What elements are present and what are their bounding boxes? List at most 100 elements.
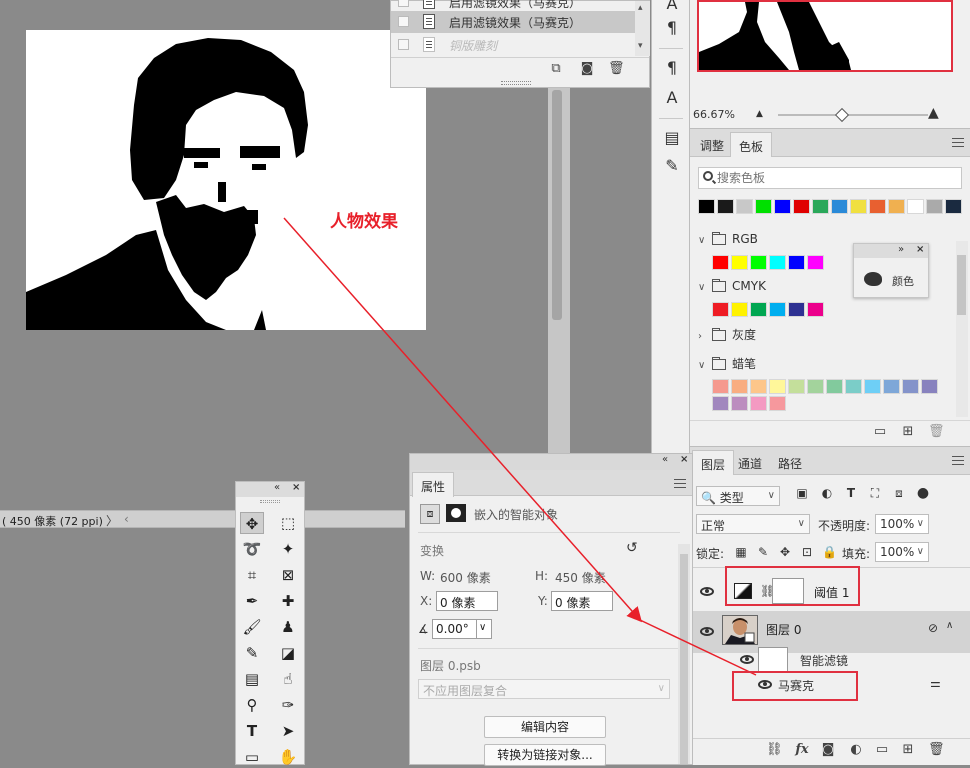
filter-smart-object-icon[interactable]: ⧈ <box>892 486 906 500</box>
tab-layers[interactable]: 图层 <box>692 450 735 475</box>
color-swatch[interactable] <box>731 302 748 317</box>
healing-brush-icon[interactable]: ✚ <box>276 590 300 612</box>
lock-artboard-icon[interactable]: ⊡ <box>800 545 814 559</box>
color-swatch[interactable] <box>788 255 805 270</box>
color-swatch[interactable] <box>869 199 886 214</box>
collapse-icon[interactable]: « <box>662 454 668 465</box>
layer-mask-thumbnail[interactable] <box>772 578 804 604</box>
brush-tool-icon[interactable]: 🖌 <box>240 616 264 638</box>
group-folder-icon[interactable]: ▭ <box>874 743 890 757</box>
swatch-group-rgb[interactable]: ∨ RGB <box>698 232 758 252</box>
color-swatch[interactable] <box>807 255 824 270</box>
color-swatch[interactable] <box>750 379 767 394</box>
scroll-up-icon[interactable]: ▴ <box>638 3 643 13</box>
tab-paths[interactable]: 路径 <box>770 450 810 475</box>
move-tool-icon[interactable]: ✥ <box>240 512 264 534</box>
new-document-from-state-icon[interactable]: ⧉ <box>548 62 564 76</box>
tab-adjustments[interactable]: 调整 <box>692 132 732 157</box>
zoom-level[interactable]: 66.67% <box>693 108 735 121</box>
new-layer-icon[interactable]: ⊞ <box>900 743 916 757</box>
color-swatch[interactable] <box>769 396 786 411</box>
color-swatch[interactable] <box>793 199 810 214</box>
color-swatch[interactable] <box>807 302 824 317</box>
convert-to-linked-button[interactable]: 转换为链接对象... <box>484 744 606 766</box>
add-mask-icon[interactable]: ◙ <box>820 743 836 757</box>
notes-icon[interactable]: ✎ <box>662 156 682 176</box>
eraser-tool-icon[interactable]: ◪ <box>276 642 300 664</box>
paragraph-panel-icon[interactable]: ¶ <box>662 18 682 38</box>
color-swatch[interactable] <box>750 255 767 270</box>
color-swatch[interactable] <box>717 199 734 214</box>
canvas-scroll-thumb[interactable] <box>552 90 562 320</box>
layer-row-threshold[interactable]: ⛓ 阈值 1 <box>690 569 970 613</box>
visibility-eye-icon[interactable] <box>700 587 714 596</box>
panel-resize-grip[interactable] <box>501 81 531 85</box>
smart-filter-indicator-icon[interactable]: ⊘ <box>928 621 938 635</box>
chevron-up-icon[interactable]: ∧ <box>946 620 953 631</box>
navigator-preview[interactable] <box>697 0 953 72</box>
color-swatch[interactable] <box>831 199 848 214</box>
color-swatch[interactable] <box>731 255 748 270</box>
color-swatch[interactable] <box>712 396 729 411</box>
filter-row-mosaic[interactable]: 马赛克 ⚌ <box>690 673 970 697</box>
smart-filters-row[interactable]: 智能滤镜 <box>690 643 970 673</box>
swatch-group-cmyk[interactable]: ∨ CMYK <box>698 279 766 299</box>
color-swatch[interactable] <box>907 199 924 214</box>
history-snapshot-checkbox[interactable] <box>398 0 409 7</box>
history-item-selected[interactable]: 启用滤镜效果（马赛克） <box>391 11 635 33</box>
chevron-down-icon[interactable]: ∨ <box>698 282 710 293</box>
scroll-left-icon[interactable]: ‹ <box>124 512 129 526</box>
color-swatch[interactable] <box>736 199 753 214</box>
layer-comp-select[interactable]: 不应用图层复合 ∨ <box>418 679 670 699</box>
color-swatch[interactable] <box>826 379 843 394</box>
color-swatch[interactable] <box>698 199 715 214</box>
close-icon[interactable]: × <box>916 244 924 255</box>
color-swatch[interactable] <box>712 255 729 270</box>
color-swatch[interactable] <box>812 199 829 214</box>
path-selection-icon[interactable]: ➤ <box>276 720 300 742</box>
history-scrollbar[interactable]: ▴ ▾ <box>635 1 650 56</box>
layer-name[interactable]: 图层 0 <box>766 621 801 638</box>
camera-snapshot-icon[interactable]: ◙ <box>579 62 595 76</box>
fx-icon[interactable]: fx <box>794 743 810 757</box>
color-swatch[interactable] <box>769 379 786 394</box>
trash-icon[interactable]: 🗑 <box>608 62 625 76</box>
eyedropper-icon[interactable]: ✒ <box>240 590 264 612</box>
paragraph-styles-icon[interactable]: ¶ <box>662 58 682 78</box>
angle-input[interactable]: 0.00° <box>432 619 478 639</box>
properties-scroll-thumb[interactable] <box>680 554 688 764</box>
layer-thumbnail[interactable] <box>722 615 758 645</box>
visibility-eye-icon[interactable] <box>758 680 772 689</box>
color-swatch[interactable] <box>731 379 748 394</box>
gradient-tool-icon[interactable]: ▤ <box>240 668 264 690</box>
color-swatch[interactable] <box>850 199 867 214</box>
pen-tool-icon[interactable]: ✑ <box>276 694 300 716</box>
lock-position-icon[interactable]: ✥ <box>778 545 792 559</box>
history-snapshot-checkbox[interactable] <box>398 16 409 27</box>
adjustment-layer-icon[interactable]: ◐ <box>848 743 864 757</box>
lasso-tool-icon[interactable]: ➰ <box>240 538 264 560</box>
edit-contents-button[interactable]: 编辑内容 <box>484 716 606 738</box>
panel-menu-icon[interactable] <box>952 456 964 465</box>
history-snapshot-checkbox[interactable] <box>398 39 409 50</box>
layer-filter-kind-select[interactable]: 🔍 类型 ∨ <box>696 486 780 506</box>
color-swatch[interactable] <box>788 302 805 317</box>
color-swatch[interactable] <box>712 379 729 394</box>
filter-blending-options-icon[interactable]: ⚌ <box>930 676 941 690</box>
zoom-slider-handle[interactable] <box>834 107 850 123</box>
chevron-down-icon[interactable]: ∨ <box>698 235 710 246</box>
color-swatch[interactable] <box>945 199 962 214</box>
filter-toggle-icon[interactable]: ● <box>916 486 930 500</box>
close-icon[interactable]: × <box>292 482 300 493</box>
expand-icon[interactable]: » <box>898 244 904 255</box>
libraries-icon[interactable]: ▤ <box>662 128 682 148</box>
x-position-input[interactable]: 0 像素 <box>436 591 498 611</box>
rectangular-marquee-icon[interactable]: ⬚ <box>276 512 300 534</box>
color-swatch[interactable] <box>883 379 900 394</box>
history-item-disabled[interactable]: 铜版雕刻 <box>391 34 635 56</box>
type-tool-icon[interactable]: T <box>240 720 264 742</box>
filter-shape-icon[interactable]: ⛶ <box>868 486 882 500</box>
filter-type-icon[interactable]: T <box>844 486 858 500</box>
reset-transform-icon[interactable]: ↺ <box>626 540 638 556</box>
scroll-down-icon[interactable]: ▾ <box>638 41 643 51</box>
